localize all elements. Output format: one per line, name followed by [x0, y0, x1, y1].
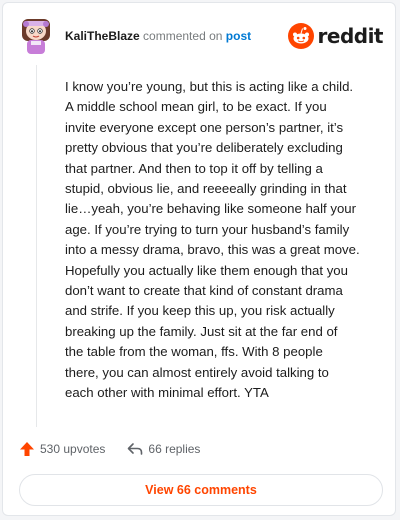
- comment-line: stupid, obvious lie, and reeeeally grind…: [65, 181, 347, 197]
- comment-line: age. If you’re trying to turn your husba…: [65, 221, 350, 237]
- reply-arrow-icon: [128, 443, 143, 455]
- comment-line: A middle school mean girl, to be exact. …: [65, 99, 327, 115]
- avatar[interactable]: [19, 17, 53, 55]
- comment-body: I know you’re young, but this is acting …: [65, 77, 387, 404]
- comment-line: and strife. If you keep this up, you ris…: [65, 303, 335, 319]
- upvote-button[interactable]: 530 upvotes: [19, 441, 105, 457]
- avatar-icon: [22, 19, 50, 54]
- comment-card: KaliTheBlaze commented on post reddit I …: [2, 2, 396, 516]
- post-link[interactable]: post: [226, 29, 251, 43]
- username[interactable]: KaliTheBlaze: [65, 29, 140, 43]
- comment-line: pretty obvious that you’re deliberately …: [65, 140, 343, 156]
- action-text: commented on: [143, 29, 223, 43]
- upvote-arrow-icon: [20, 442, 34, 456]
- comment-line: invite everyone except one person’s part…: [65, 119, 344, 135]
- comment-line: Hopefully you actually like them enough …: [65, 262, 348, 278]
- reddit-snoo-icon: [287, 23, 314, 49]
- comment-line: the table from the woman, ffs. With 8 pe…: [65, 344, 323, 360]
- reddit-wordmark: reddit: [317, 24, 384, 48]
- reply-button[interactable]: 66 replies: [127, 442, 200, 456]
- reddit-logo[interactable]: reddit: [287, 23, 384, 49]
- thread-line[interactable]: [36, 65, 37, 427]
- reply-count: 66 replies: [148, 442, 201, 456]
- comment-line: I know you’re young, but this is acting …: [65, 79, 354, 94]
- comment-actions: 530 upvotes 66 replies: [19, 439, 200, 459]
- comment-line: there, you can almost entirely avoid tal…: [65, 364, 329, 380]
- comment-line: breaking up the family. Just sit at the …: [65, 323, 338, 339]
- comment-line: don’t want to create that kind of consta…: [65, 283, 343, 299]
- comment-line: each other with minimal effort. YTA: [65, 385, 269, 401]
- comment-line: lie…yeah, you’re behaving like someone h…: [65, 201, 357, 217]
- comment-header: KaliTheBlaze commented on post: [65, 29, 251, 43]
- comment-line: into a messy drama, bravo, this was a gr…: [65, 242, 360, 258]
- upvote-count: 530 upvotes: [40, 442, 106, 456]
- comment-line: that partner. And then to top it off by …: [65, 160, 323, 176]
- view-comments-button[interactable]: View 66 comments: [19, 474, 383, 506]
